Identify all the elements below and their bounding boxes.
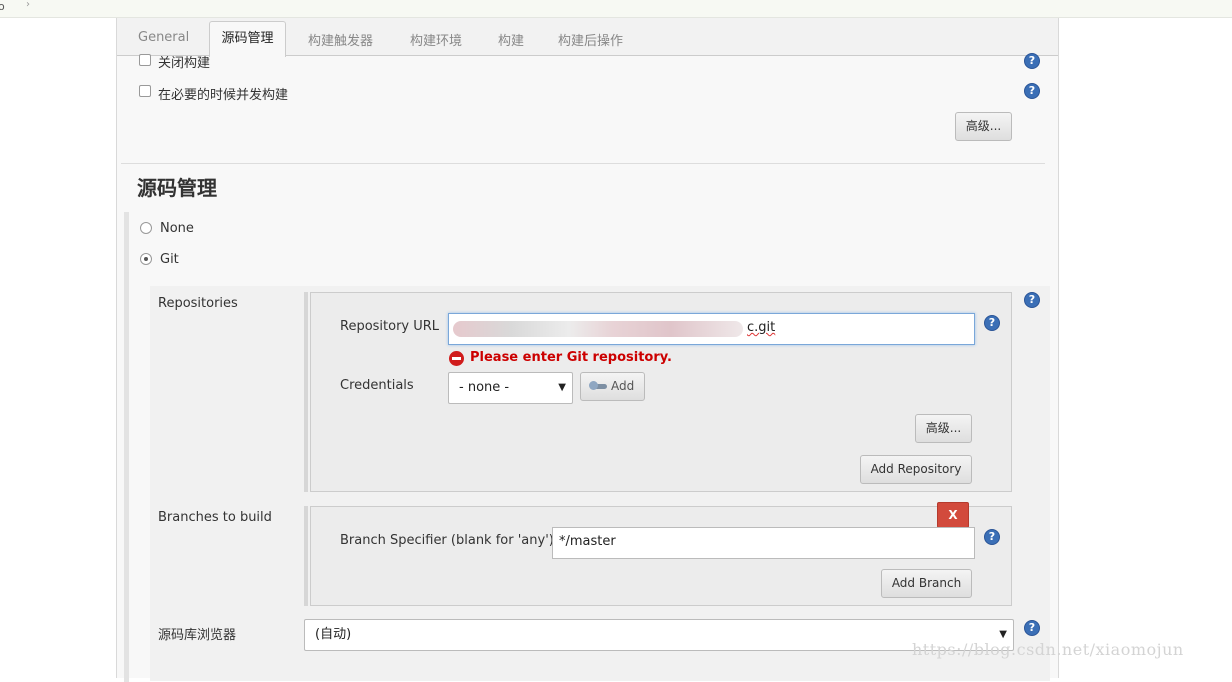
section-divider bbox=[121, 163, 1045, 164]
tab-bar: General 源码管理 构建触发器 构建环境 构建 构建后操作 bbox=[117, 18, 1058, 57]
section-title-scm: 源码管理 bbox=[137, 176, 217, 200]
help-icon-repository-browser[interactable]: ? bbox=[1024, 620, 1040, 636]
add-repository-button[interactable]: Add Repository bbox=[860, 455, 972, 484]
scm-git-radio[interactable] bbox=[140, 253, 152, 265]
general-advanced-button[interactable]: 高级... bbox=[955, 112, 1012, 141]
repository-url-value: c.git bbox=[747, 320, 776, 335]
branch-specifier-label: Branch Specifier (blank for 'any') bbox=[340, 533, 554, 548]
browser-top-strip: o › bbox=[0, 0, 1232, 18]
branch-specifier-input[interactable]: */master bbox=[552, 527, 975, 559]
tab-post-build-actions[interactable]: 构建后操作 bbox=[558, 30, 623, 49]
scm-none-radio[interactable] bbox=[140, 222, 152, 234]
repository-browser-select[interactable]: (自动) ▼ bbox=[304, 619, 1014, 651]
topstrip-fragment: o bbox=[0, 0, 5, 13]
tab-general[interactable]: General bbox=[138, 30, 189, 45]
tab-source-code-management[interactable]: 源码管理 bbox=[209, 21, 286, 57]
credentials-label: Credentials bbox=[340, 378, 414, 393]
repository-browser-selected: (自动) bbox=[315, 627, 352, 642]
help-icon-repository-url[interactable]: ? bbox=[984, 315, 1000, 331]
scm-none-label: None bbox=[160, 221, 194, 236]
chevron-right-icon: › bbox=[26, 0, 30, 10]
watermark: https://blog.csdn.net/xiaomojun bbox=[912, 640, 1184, 659]
help-icon-branch-specifier[interactable]: ? bbox=[984, 529, 1000, 545]
tab-build[interactable]: 构建 bbox=[498, 30, 524, 49]
branches-to-build-label: Branches to build bbox=[158, 510, 272, 525]
disable-build-checkbox[interactable] bbox=[139, 54, 151, 66]
config-panel: General 源码管理 构建触发器 构建环境 构建 构建后操作 关闭构建 ? … bbox=[116, 18, 1059, 682]
add-branch-button[interactable]: Add Branch bbox=[881, 569, 972, 598]
key-icon bbox=[589, 381, 607, 390]
scm-section-bar bbox=[124, 212, 129, 682]
credentials-selected: - none - bbox=[459, 380, 510, 395]
scm-git-label: Git bbox=[160, 252, 179, 267]
repository-browser-label: 源码库浏览器 bbox=[158, 628, 237, 643]
tab-build-environment[interactable]: 构建环境 bbox=[410, 30, 462, 49]
delete-branch-button[interactable]: X bbox=[937, 502, 969, 528]
repositories-label: Repositories bbox=[158, 296, 238, 311]
repositories-left-bar bbox=[304, 292, 308, 492]
add-credentials-button[interactable]: Add bbox=[580, 372, 645, 401]
repository-url-input[interactable]: c.git bbox=[448, 313, 975, 345]
redacted-url-blur bbox=[453, 321, 743, 337]
branch-specifier-value: */master bbox=[559, 534, 616, 549]
repository-advanced-button[interactable]: 高级... bbox=[915, 414, 972, 443]
tab-build-triggers[interactable]: 构建触发器 bbox=[308, 30, 373, 49]
credentials-select[interactable]: - none - ▼ bbox=[448, 372, 573, 404]
branches-left-bar bbox=[304, 506, 308, 606]
help-icon-repositories[interactable]: ? bbox=[1024, 292, 1040, 308]
help-icon-disable-build[interactable]: ? bbox=[1024, 53, 1040, 69]
concurrent-build-checkbox[interactable] bbox=[139, 85, 151, 97]
error-icon bbox=[449, 351, 464, 366]
add-credentials-label: Add bbox=[611, 379, 635, 393]
concurrent-build-label: 在必要的时候并发构建 bbox=[158, 88, 289, 103]
dropdown-caret-icon: ▼ bbox=[558, 382, 566, 393]
repository-url-error: Please enter Git repository. bbox=[470, 350, 672, 365]
help-icon-concurrent-build[interactable]: ? bbox=[1024, 83, 1040, 99]
repository-url-label: Repository URL bbox=[340, 319, 440, 334]
